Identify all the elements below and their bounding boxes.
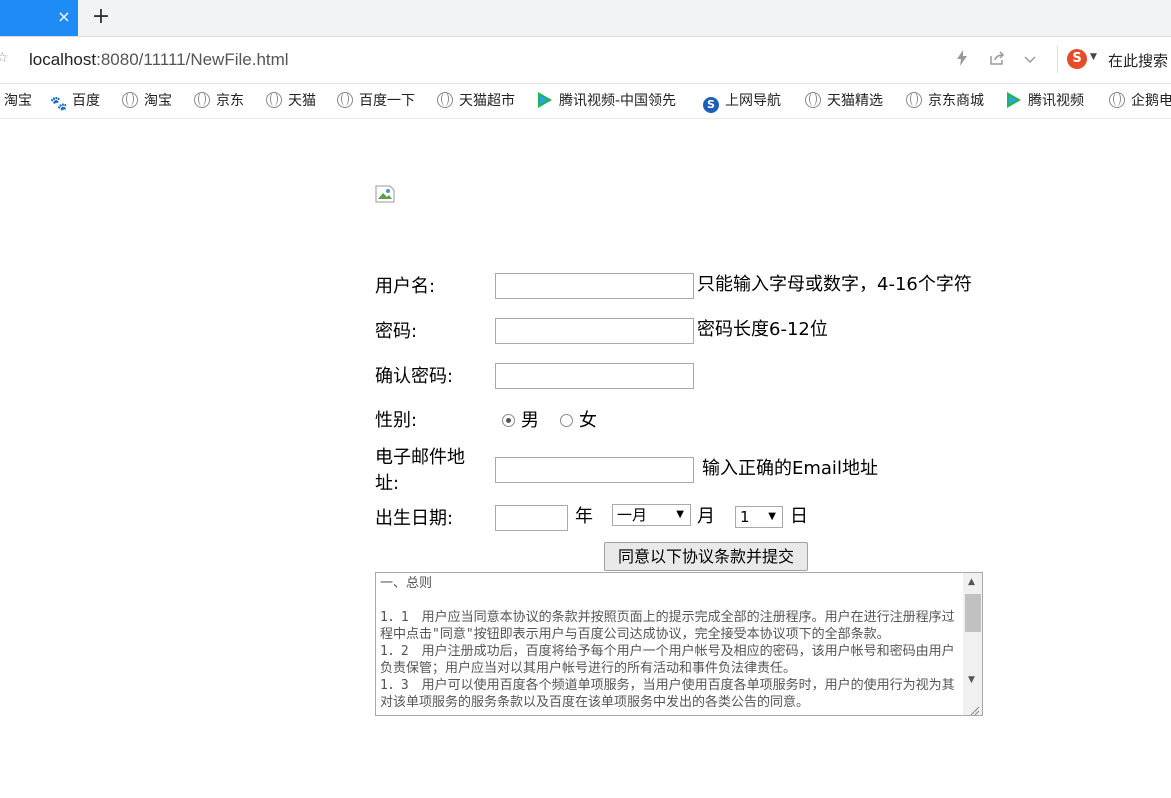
username-label: 用户名: (375, 276, 436, 297)
bookmark-item[interactable]: S 上网导航 (703, 92, 781, 113)
scroll-up-icon[interactable]: ▲ (968, 577, 975, 587)
navigation-icon: S (703, 97, 719, 113)
baidu-paw-icon: 🐾 (50, 96, 68, 112)
sogou-search-icon[interactable]: S (1067, 49, 1087, 69)
divider (1057, 45, 1058, 73)
globe-icon (266, 92, 282, 108)
password-input[interactable] (495, 318, 694, 344)
birth-year-input[interactable] (495, 505, 568, 531)
close-tab-icon[interactable]: × (56, 9, 72, 25)
bookmarks-bar: 淘宝 🐾 百度 淘宝 京东 天猫 百度一下 天猫超市 腾讯视频-中国领先 S 上网导… (0, 84, 1171, 119)
bookmark-item[interactable]: 企鹅电 (1109, 92, 1171, 110)
submit-button[interactable]: 同意以下协议条款并提交 (604, 542, 808, 571)
birth-day-select[interactable]: 1 ▼ (735, 506, 783, 528)
email-label-line2: 址: (375, 473, 400, 494)
active-tab[interactable]: × (0, 0, 78, 36)
bookmark-item[interactable]: 天猫 (266, 92, 316, 110)
chevron-down-icon[interactable]: ▼ (1090, 52, 1097, 62)
bookmark-item[interactable]: 百度一下 (337, 92, 415, 110)
confirm-password-input[interactable] (495, 363, 694, 389)
globe-icon (805, 92, 821, 108)
agreement-text: 一、总则 1．1 用户应当同意本协议的条款并按照页面上的提示完成全部的注册程序。… (380, 576, 955, 710)
search-input[interactable]: 在此搜索 (1108, 50, 1168, 71)
globe-icon (906, 92, 922, 108)
chevron-down-icon: ▼ (676, 509, 684, 520)
gender-male-radio[interactable] (502, 414, 515, 427)
new-tab-button[interactable]: + (91, 6, 111, 28)
tencent-video-icon (537, 92, 553, 108)
bookmark-item[interactable]: 腾讯视频 (1006, 92, 1084, 110)
scroll-down-icon[interactable]: ▼ (968, 675, 975, 685)
lightning-icon[interactable] (952, 50, 972, 70)
password-hint: 密码长度6-12位 (697, 319, 828, 340)
bookmark-item[interactable]: 🐾 百度 (50, 92, 100, 112)
globe-icon (337, 92, 353, 108)
username-hint: 只能输入字母或数字，4-16个字符 (697, 274, 972, 295)
address-bar: ☆ localhost:8080/11111/NewFile.html S ▼ … (0, 37, 1171, 84)
bookmark-item[interactable]: 天猫超市 (437, 92, 515, 110)
broken-image-icon (375, 185, 395, 203)
agreement-textarea[interactable]: 一、总则 1．1 用户应当同意本协议的条款并按照页面上的提示完成全部的注册程序。… (375, 572, 983, 716)
gender-male-label: 男 (521, 410, 539, 431)
globe-icon (437, 92, 453, 108)
bookmark-item[interactable]: 淘宝 (122, 92, 172, 110)
tab-strip: × + (0, 0, 1171, 37)
chevron-down-icon[interactable] (1020, 50, 1040, 70)
gender-female-label: 女 (579, 410, 597, 431)
bookmark-item[interactable]: 天猫精选 (805, 92, 883, 110)
globe-icon (122, 92, 138, 108)
day-unit: 日 (790, 506, 808, 527)
year-unit: 年 (575, 506, 593, 527)
bookmark-star-icon[interactable]: ☆ (0, 50, 9, 66)
bookmark-item[interactable]: 腾讯视频-中国领先 (537, 92, 687, 110)
resize-grip-icon[interactable] (968, 701, 980, 715)
bookmark-item[interactable]: 京东商城 (906, 92, 984, 110)
gender-label: 性别: (375, 410, 418, 431)
globe-icon (1109, 92, 1125, 108)
page-content: 用户名: 只能输入字母或数字，4-16个字符 密码: 密码长度6-12位 确认密… (0, 119, 1171, 798)
month-unit: 月 (697, 506, 715, 527)
birth-date-label: 出生日期: (375, 508, 454, 529)
confirm-password-label: 确认密码: (375, 366, 454, 387)
email-hint: 输入正确的Email地址 (702, 458, 878, 479)
scroll-thumb[interactable] (965, 594, 981, 632)
vertical-scrollbar[interactable]: ▲ ▼ (963, 573, 982, 715)
share-icon[interactable] (987, 50, 1007, 70)
username-input[interactable] (495, 273, 694, 299)
gender-female-radio[interactable] (560, 414, 573, 427)
tencent-video-icon (1006, 92, 1022, 108)
bookmark-item[interactable]: 淘宝 (4, 92, 32, 110)
bookmark-item[interactable]: 京东 (194, 92, 244, 110)
url-field[interactable]: localhost:8080/11111/NewFile.html (29, 50, 289, 70)
email-label-line1: 电子邮件地 (375, 447, 465, 468)
chevron-down-icon: ▼ (768, 511, 776, 522)
password-label: 密码: (375, 321, 418, 342)
globe-icon (194, 92, 210, 108)
birth-month-select[interactable]: 一月 ▼ (612, 504, 691, 526)
email-input[interactable] (495, 457, 694, 483)
